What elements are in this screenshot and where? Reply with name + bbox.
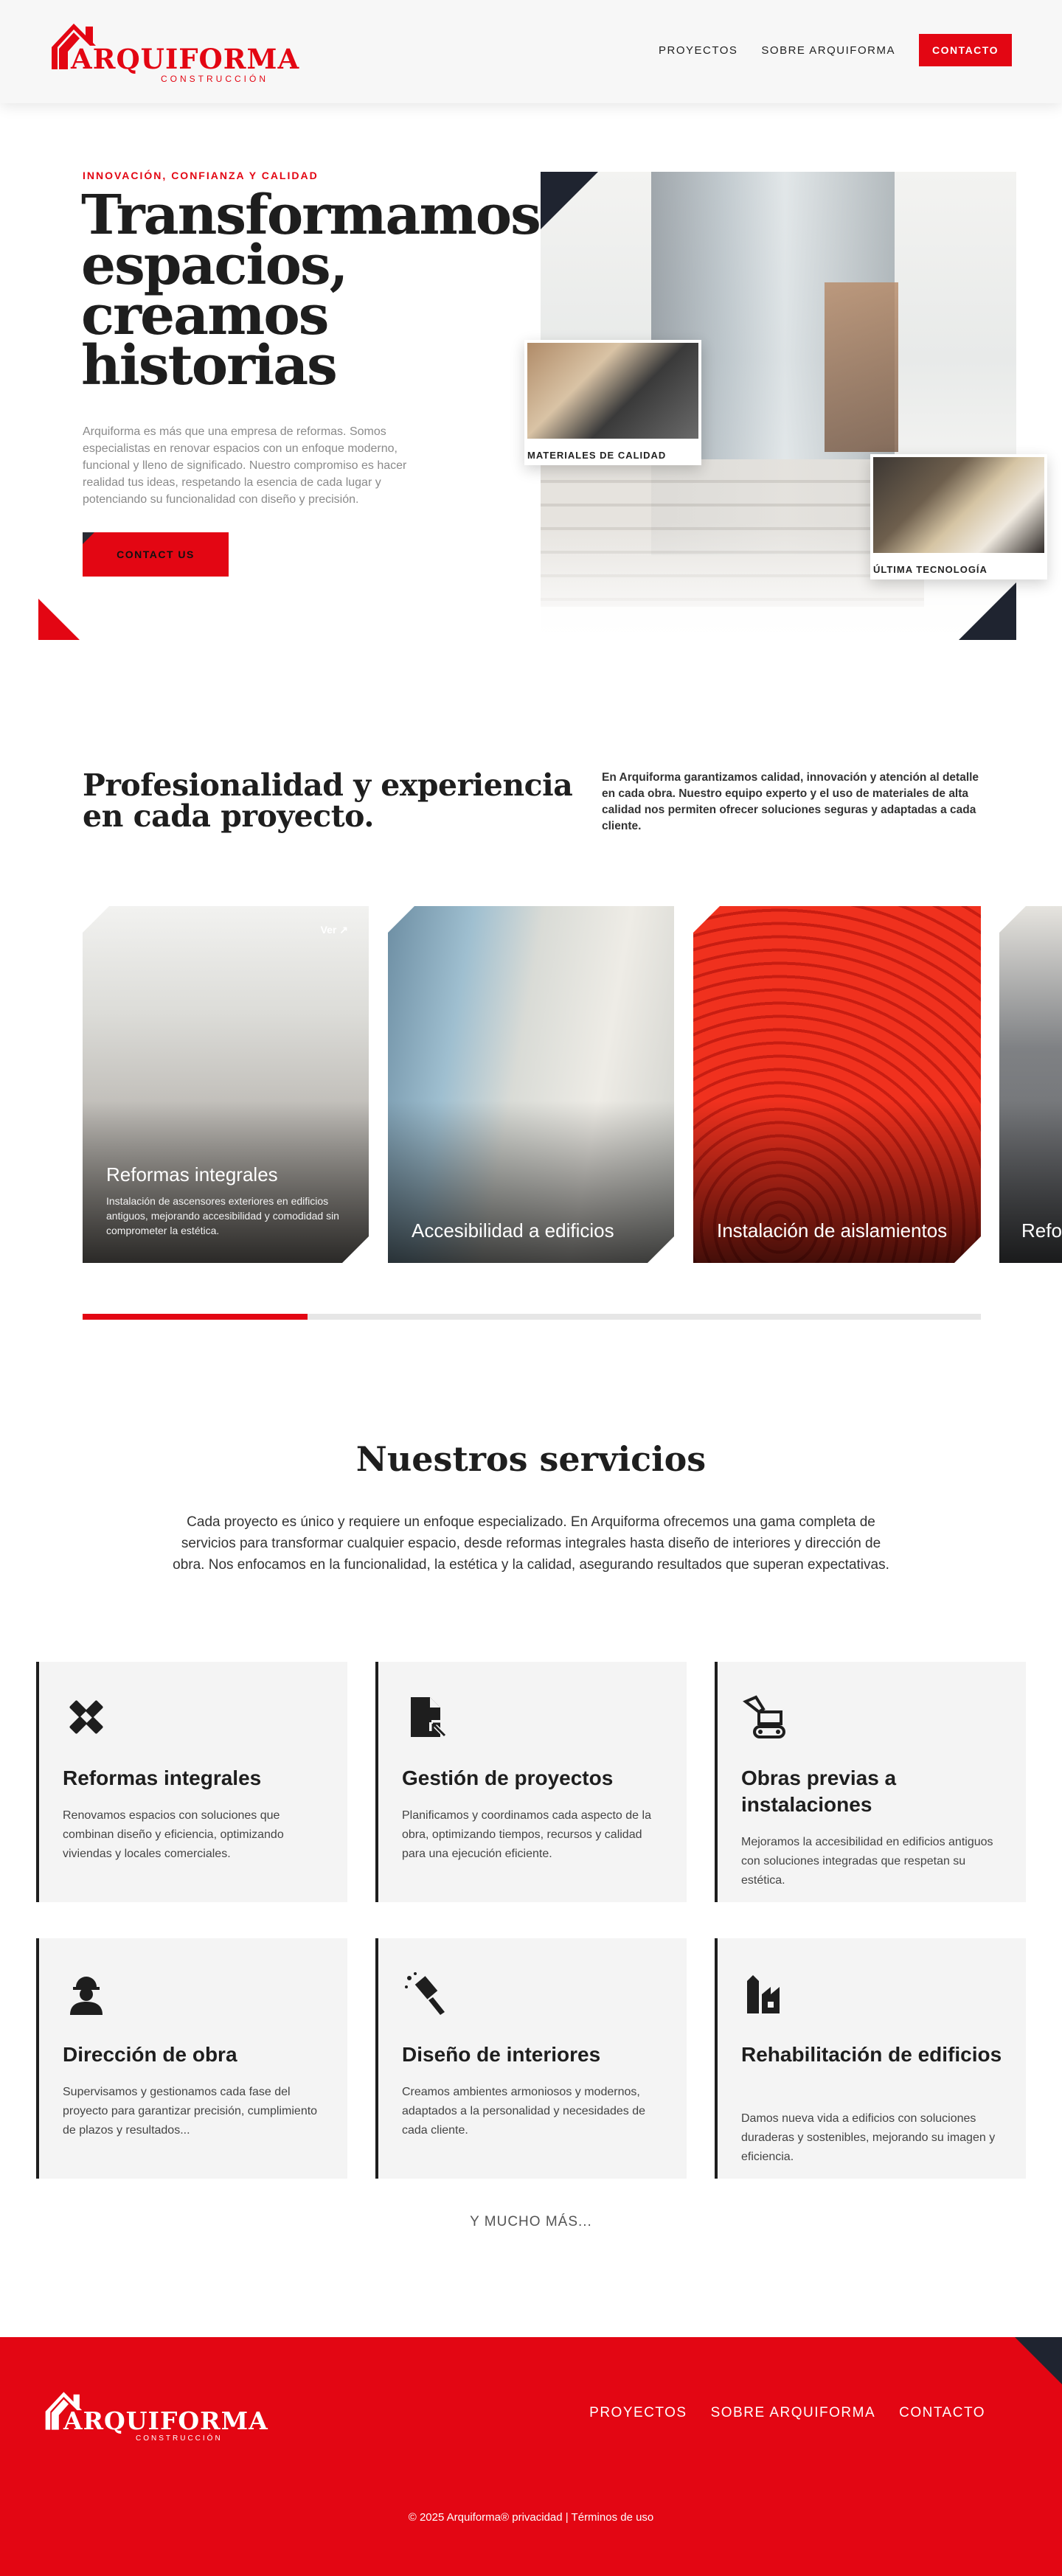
card-corner-cut — [648, 1236, 674, 1263]
contact-button[interactable]: CONTACTO — [918, 34, 1012, 66]
logo[interactable]: ARQUIFORMA CONSTRUCCIÓN — [50, 22, 299, 84]
service-title: Reformas integrales — [63, 1766, 262, 1789]
logo-tagline: CONSTRUCCIÓN — [161, 74, 268, 84]
nav-link-proyectos[interactable]: PROYECTOS — [659, 44, 738, 57]
arrow-up-right-icon: ↗ — [339, 924, 348, 936]
site-header: ARQUIFORMA CONSTRUCCIÓN PROYECTOS SOBRE … — [0, 0, 1062, 103]
button-corner-accent — [83, 532, 94, 544]
document-icon — [411, 1697, 447, 1738]
service-description: Supervisamos y gestionamos cada fase del… — [63, 2086, 318, 2137]
paint-brush-icon — [405, 1972, 445, 2015]
bathroom-thumbnail — [873, 457, 1044, 553]
project-title: Accesibilidad a edificios — [412, 1219, 614, 1242]
carousel-progress-fill — [83, 1314, 308, 1320]
footer-link-proyectos[interactable]: PROYECTOS — [589, 2405, 687, 2421]
inset-tecnologia: ÚLTIMA TECNOLOGÍA — [870, 454, 1047, 579]
card-corner-cut — [83, 906, 109, 933]
building-icon — [747, 1975, 780, 2013]
service-card: Rehabilitación de edificios Damos nueva … — [715, 1938, 1026, 2179]
view-link[interactable]: Ver ↗ — [321, 924, 348, 936]
services-title: Nuestros servicios — [355, 1439, 707, 1479]
service-description: Mejoramos la accesibilidad en edificios … — [741, 1836, 993, 1887]
project-card[interactable]: Ver ↗ Reformas integrales Instalación de… — [83, 906, 369, 1263]
site-footer: ARQUIFORMA CONSTRUCCIÓN PROYECTOS SOBRE … — [0, 2337, 1062, 2576]
service-description: Damos nueva vida a edificios con solucio… — [741, 2112, 996, 2163]
card-corner-cut — [388, 906, 414, 933]
contact-us-button[interactable]: CONTACT US — [83, 532, 229, 577]
hero-description: Arquiforma es más que una empresa de ref… — [83, 425, 407, 506]
service-description: Renovamos espacios con soluciones que co… — [63, 1809, 284, 1860]
project-title: Reformas — [1021, 1219, 1062, 1242]
logo-wordmark: ARQUIFORMA — [71, 43, 300, 75]
service-title: Diseño de interiores — [402, 2043, 601, 2066]
footer-logo[interactable]: ARQUIFORMA CONSTRUCCIÓN — [44, 2390, 268, 2443]
tools-icon — [69, 1700, 103, 1734]
project-card[interactable]: Reformas — [999, 906, 1062, 1263]
card-corner-cut — [693, 906, 720, 933]
image-corner-accent-bottom — [959, 582, 1016, 640]
service-title: Rehabilitación de edificios — [741, 2043, 1002, 2066]
project-title: Instalación de aislamientos — [717, 1219, 948, 1242]
service-card: Gestión de proyectos Planificamos y coor… — [375, 1662, 687, 1902]
card-corner-cut — [342, 1236, 369, 1263]
service-description: Creamos ambientes armoniosos y modernos,… — [402, 2086, 646, 2137]
inset-materiales: MATERIALES DE CALIDAD — [524, 340, 701, 465]
page: ARQUIFORMA CONSTRUCCIÓN PROYECTOS SOBRE … — [0, 0, 1062, 2576]
hero-title: Transformamos espacios, creamos historia… — [81, 184, 541, 397]
service-card: Reformas integrales Renovamos espacios c… — [36, 1662, 347, 1902]
footer-corner-accent — [1015, 2337, 1062, 2384]
services-intro: Cada proyecto es único y requiere un enf… — [173, 1514, 889, 1573]
project-title: Reformas integrales — [106, 1163, 278, 1186]
service-card: Obras previas a instalaciones Mejoramos … — [715, 1662, 1026, 1902]
nav-link-sobre[interactable]: SOBRE ARQUIFORMA — [761, 44, 895, 57]
footer-wordmark: ARQUIFORMA — [63, 2406, 268, 2435]
inset-caption: ÚLTIMA TECNOLOGÍA — [873, 564, 988, 575]
service-title: Dirección de obra — [63, 2043, 237, 2066]
project-card[interactable]: Accesibilidad a edificios — [388, 906, 674, 1263]
intro-description: En Arquiforma garantizamos calidad, inno… — [602, 771, 979, 832]
excavator-icon — [743, 1695, 785, 1738]
footer-tagline: CONSTRUCCIÓN — [136, 2434, 223, 2443]
card-corner-cut — [954, 1236, 981, 1263]
footer-link-contacto[interactable]: CONTACTO — [899, 2405, 985, 2421]
service-card: Diseño de interiores Creamos ambientes a… — [375, 1938, 687, 2179]
copyright: © 2025 Arquiforma® privacidad | Términos… — [408, 2511, 654, 2524]
service-description: Planificamos y coordinamos cada aspecto … — [402, 1809, 651, 1860]
inset-caption: MATERIALES DE CALIDAD — [527, 450, 667, 461]
intro-title: Profesionalidad y experiencia en cada pr… — [83, 767, 573, 834]
hero-eyebrow: INNOVACIÓN, CONFIANZA Y CALIDAD — [83, 170, 319, 181]
project-card[interactable]: Instalación de aislamientos — [693, 906, 981, 1263]
worker-icon — [70, 1977, 103, 2015]
service-title: Gestión de proyectos — [402, 1766, 614, 1789]
stairs-thumbnail — [527, 343, 698, 439]
elevator-door — [825, 282, 898, 452]
service-title: Obras previas a instalaciones — [741, 1766, 897, 1816]
card-corner-cut — [999, 906, 1026, 933]
carousel-progress[interactable] — [83, 1314, 981, 1320]
project-description: Instalación de ascensores exteriores en … — [106, 1195, 339, 1236]
more-services-text: Y MUCHO MÁS... — [470, 2214, 592, 2229]
red-triangle-decoration — [38, 599, 80, 640]
footer-link-sobre[interactable]: SOBRE ARQUIFORMA — [711, 2405, 876, 2421]
main-nav: PROYECTOS SOBRE ARQUIFORMA CONTACTO — [659, 34, 1012, 66]
image-corner-accent-top — [541, 172, 598, 229]
service-card: Dirección de obra Supervisamos y gestion… — [36, 1938, 347, 2179]
footer-nav: PROYECTOS SOBRE ARQUIFORMA CONTACTO — [589, 2405, 985, 2421]
